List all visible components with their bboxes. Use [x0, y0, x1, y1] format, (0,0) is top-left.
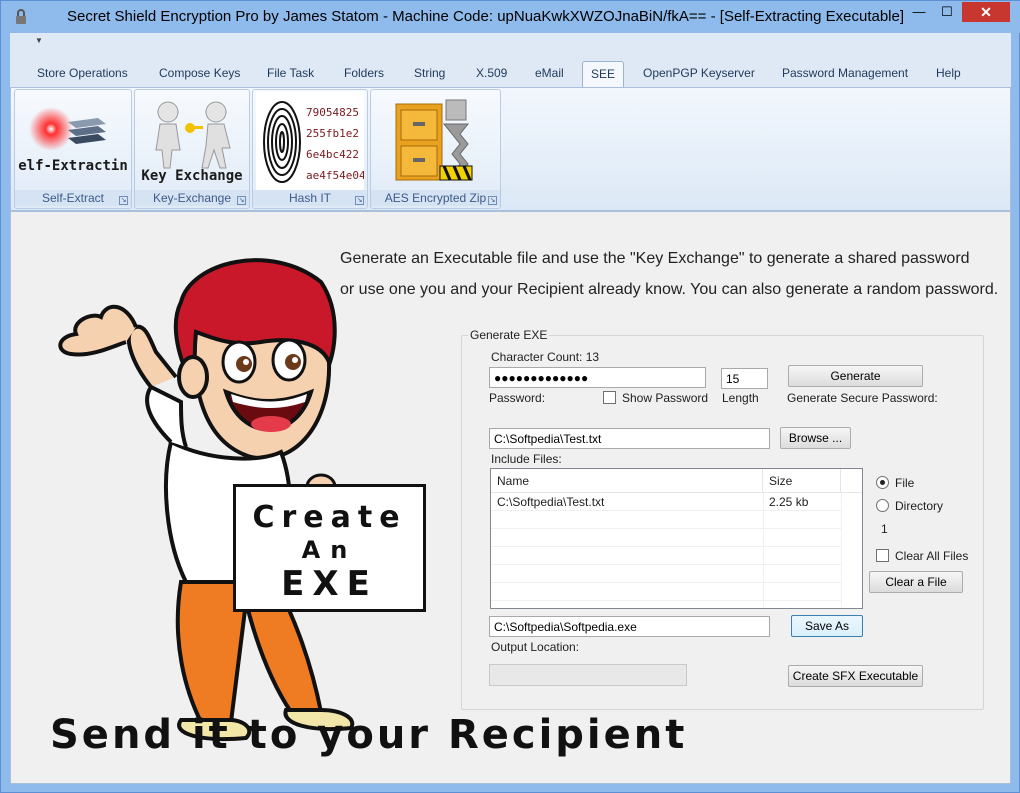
- group-aes-zip: AES Encrypted Zip ↘: [370, 89, 501, 209]
- zip-cabinet-icon: [395, 99, 473, 181]
- ribbon-tabs: Store Operations Compose Keys File Task …: [10, 57, 1011, 87]
- group-label-hash-it: Hash IT: [253, 190, 367, 206]
- file-path-input[interactable]: [489, 428, 770, 449]
- list-row-empty: [491, 584, 841, 601]
- column-divider: [841, 493, 842, 608]
- directory-radio[interactable]: [876, 499, 889, 512]
- key-exchange-icon: Key Exchange: [141, 101, 243, 184]
- show-password-checkbox[interactable]: [603, 391, 616, 404]
- tab-x509[interactable]: X.509: [472, 61, 511, 87]
- tab-see[interactable]: SEE: [582, 61, 624, 87]
- hash-line-2: 255fb1e2: [306, 127, 359, 140]
- close-button[interactable]: ✕: [962, 2, 1010, 22]
- output-location-label: Output Location:: [491, 640, 580, 654]
- include-files-label: Include Files:: [491, 452, 562, 466]
- group-label-key-exchange: Key-Exchange: [135, 190, 249, 206]
- length-label: Length: [722, 391, 759, 405]
- password-input[interactable]: [489, 367, 706, 388]
- hash-line-4: ae4f54e04: [306, 169, 364, 182]
- list-row-empty: [491, 512, 841, 529]
- tab-string[interactable]: String: [410, 61, 449, 87]
- quick-access-toolbar: ▼: [10, 33, 1011, 57]
- intro-text: Generate an Executable file and use the …: [340, 243, 1000, 305]
- show-password-label: Show Password: [622, 391, 709, 405]
- aes-encrypted-zip-button[interactable]: [374, 92, 497, 190]
- tab-file-task[interactable]: File Task: [263, 61, 318, 87]
- self-extracting-icon: Self-Extracting: [10, 107, 136, 174]
- password-label: Password:: [489, 391, 546, 405]
- hash-line-3: 6e4bc422: [306, 148, 359, 161]
- maximize-button[interactable]: ☐: [934, 2, 960, 22]
- generate-secure-password-label: Generate Secure Password:: [787, 391, 938, 405]
- list-row-empty: [491, 566, 841, 583]
- group-key-exchange: Key Exchange Key-Exchange ↘: [134, 89, 250, 209]
- tab-openpgp-keyserver[interactable]: OpenPGP Keyserver: [639, 61, 759, 87]
- column-header-size[interactable]: Size: [763, 469, 841, 493]
- app-window: Secret Shield Encryption Pro by James St…: [0, 0, 1020, 793]
- key-exchange-caption: Key Exchange: [141, 168, 242, 184]
- intro-line-2: or use one you and your Recipient alread…: [340, 281, 999, 298]
- tab-store-operations[interactable]: Store Operations: [33, 61, 132, 87]
- tab-folders[interactable]: Folders: [340, 61, 388, 87]
- list-item[interactable]: C:\Softpedia\Test.txt 2.25 kb: [491, 494, 841, 511]
- self-extracting-caption: Self-Extracting: [18, 158, 128, 174]
- file-radio-label: File: [895, 476, 915, 490]
- progress-bar: [489, 664, 687, 686]
- include-files-list[interactable]: Name Size C:\Softpedia\Test.txt 2.25 kb: [490, 468, 863, 609]
- app-lock-icon[interactable]: [13, 9, 29, 25]
- group-launcher-icon[interactable]: ↘: [237, 196, 246, 205]
- key-exchange-button[interactable]: Key Exchange: [138, 92, 246, 190]
- file-count-value: 1: [881, 522, 888, 536]
- length-input[interactable]: [721, 368, 768, 389]
- groupbox-title: Generate EXE: [468, 328, 550, 342]
- window-title: Secret Shield Encryption Pro by James St…: [67, 8, 905, 25]
- clear-all-files-label: Clear All Files: [895, 549, 969, 563]
- sign-line-exe: EXE: [281, 564, 378, 604]
- browse-button[interactable]: Browse ...: [780, 427, 851, 449]
- list-item-size: 2.25 kb: [769, 495, 809, 509]
- output-path-input[interactable]: [489, 616, 770, 637]
- character-count-label: Character Count: 13: [491, 350, 600, 364]
- tab-compose-keys[interactable]: Compose Keys: [155, 61, 244, 87]
- clear-a-file-button[interactable]: Clear a File: [869, 571, 963, 593]
- generate-exe-groupbox: Generate EXE Character Count: 13 Passwor…: [461, 328, 984, 710]
- tab-help[interactable]: Help: [932, 61, 965, 87]
- group-label-aes-zip: AES Encrypted Zip: [371, 190, 500, 206]
- column-header-name[interactable]: Name: [491, 469, 763, 493]
- generate-button[interactable]: Generate: [788, 365, 923, 387]
- list-row-empty: [491, 530, 841, 547]
- list-header: Name Size: [491, 469, 862, 493]
- group-self-extract: Self-Extracting Self-Extract ↘: [10, 89, 136, 209]
- tab-password-management[interactable]: Password Management: [778, 61, 912, 87]
- create-sfx-executable-button[interactable]: Create SFX Executable: [788, 665, 923, 687]
- sign-line-an: An: [301, 536, 358, 564]
- ribbon-panel: Self-Extracting Self-Extract ↘ Key Excha…: [10, 87, 1011, 211]
- tab-email[interactable]: eMail: [531, 61, 568, 87]
- save-as-button[interactable]: Save As: [791, 615, 863, 637]
- sign-line-create: Create: [252, 500, 407, 535]
- group-launcher-icon[interactable]: ↘: [488, 196, 497, 205]
- self-extracting-button[interactable]: Self-Extracting: [10, 92, 136, 190]
- group-label-self-extract: Self-Extract: [15, 190, 131, 206]
- clear-all-files-checkbox[interactable]: [876, 549, 889, 562]
- title-bar: Secret Shield Encryption Pro by James St…: [1, 1, 1020, 33]
- send-to-recipient-caption: Send it to your Recipient: [50, 712, 688, 758]
- qat-dropdown-icon[interactable]: ▼: [35, 36, 43, 45]
- create-exe-sign: Create An EXE: [233, 484, 426, 612]
- hash-it-button[interactable]: 79054825 255fb1e2 6e4bc422 ae4f54e04: [256, 92, 366, 190]
- hash-line-1: 79054825: [306, 106, 359, 119]
- main-content: Create An EXE Generate an Executable fil…: [10, 211, 1011, 784]
- group-launcher-icon[interactable]: ↘: [119, 196, 128, 205]
- fingerprint-icon: 79054825 255fb1e2 6e4bc422 ae4f54e04: [263, 101, 366, 183]
- list-item-name: C:\Softpedia\Test.txt: [497, 495, 605, 509]
- directory-radio-label: Directory: [895, 499, 944, 513]
- minimize-button[interactable]: —: [906, 2, 932, 22]
- list-row-empty: [491, 548, 841, 565]
- group-launcher-icon[interactable]: ↘: [355, 196, 364, 205]
- group-hash-it: 79054825 255fb1e2 6e4bc422 ae4f54e04 Has…: [252, 89, 368, 209]
- intro-line-1: Generate an Executable file and use the …: [340, 250, 970, 267]
- file-radio[interactable]: [876, 476, 889, 489]
